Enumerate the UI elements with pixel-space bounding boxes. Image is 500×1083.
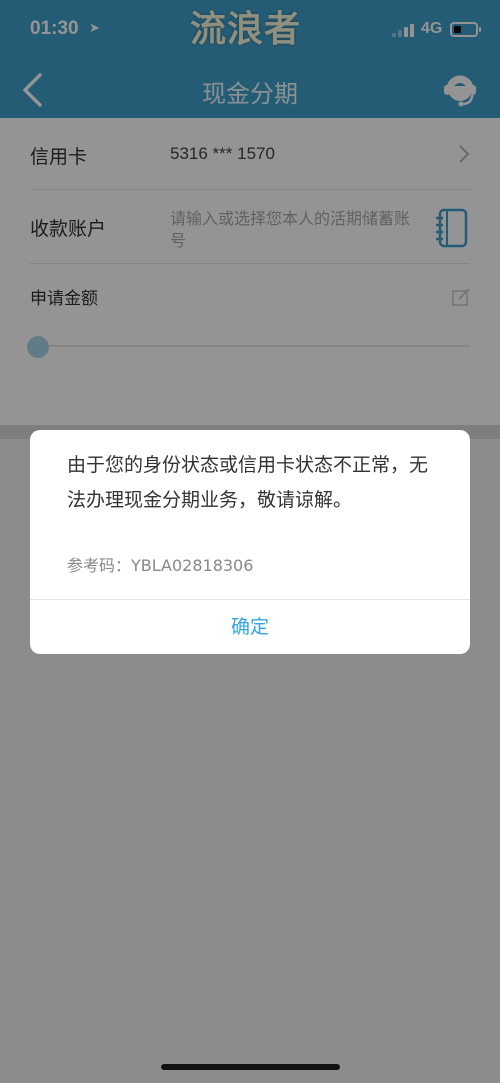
home-indicator[interactable] bbox=[161, 1064, 340, 1070]
confirm-button[interactable]: 确定 bbox=[30, 600, 470, 654]
dialog-reference-code: 参考码：YBLA02818306 bbox=[67, 556, 254, 575]
dialog-message: 由于您的身份状态或信用卡状态不正常，无法办理现金分期业务，敬请谅解。 bbox=[67, 454, 429, 511]
alert-dialog: 由于您的身份状态或信用卡状态不正常，无法办理现金分期业务，敬请谅解。 参考码：Y… bbox=[30, 430, 470, 654]
